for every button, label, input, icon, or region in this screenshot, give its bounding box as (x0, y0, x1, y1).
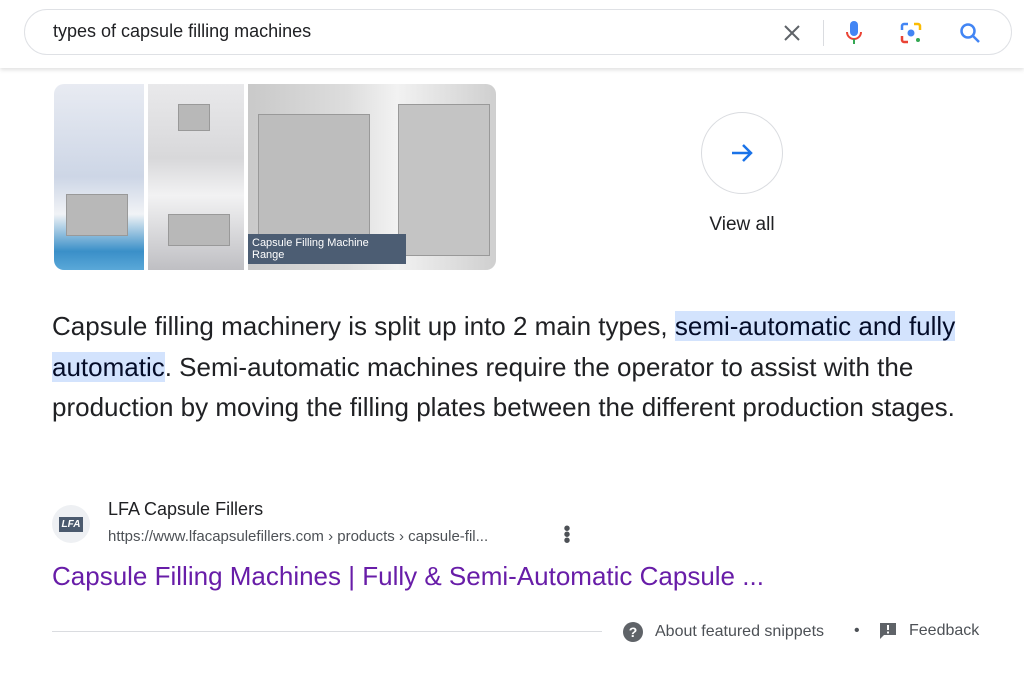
help-icon: ? (623, 622, 643, 642)
top-bar (0, 0, 1024, 68)
more-options-icon[interactable]: • • • (560, 519, 574, 551)
divider (823, 20, 824, 46)
snippet-text: . Semi-automatic machines require the op… (52, 351, 955, 423)
about-label[interactable]: About featured snippets (655, 623, 824, 641)
site-url[interactable]: https://www.lfacapsulefillers.com › prod… (108, 528, 488, 545)
image-thumbnail[interactable] (54, 84, 144, 270)
search-input[interactable] (51, 20, 755, 43)
image-caption: Capsule Filling Machine Range (248, 234, 406, 264)
arrow-right-icon (732, 144, 753, 162)
site-name[interactable]: LFA Capsule Fillers (108, 499, 263, 520)
featured-snippet-text: Capsule filling machinery is split up in… (52, 306, 972, 428)
microphone-icon[interactable] (841, 20, 867, 46)
feedback-icon (880, 623, 896, 639)
result-title-link[interactable]: Capsule Filling Machines | Fully & Semi-… (52, 561, 764, 592)
site-favicon[interactable]: LFA (52, 505, 90, 543)
view-all-button[interactable] (701, 112, 783, 194)
about-featured-snippets[interactable]: ? About featured snippets (623, 622, 824, 642)
divider (52, 631, 602, 632)
snippet-text: Capsule filling machinery is split up in… (52, 311, 675, 341)
search-box[interactable] (24, 9, 1012, 55)
clear-icon[interactable] (779, 20, 805, 46)
image-thumbnail[interactable] (148, 84, 244, 270)
lens-camera-icon[interactable] (898, 20, 924, 46)
feedback-button[interactable]: Feedback (879, 622, 979, 640)
feedback-label[interactable]: Feedback (909, 622, 979, 640)
view-all-label[interactable]: View all (690, 214, 794, 236)
separator-dot: • (854, 622, 860, 639)
search-icon[interactable] (957, 20, 983, 46)
image-thumbnail[interactable]: Capsule Filling Machine Range (248, 84, 496, 270)
favicon-logo: LFA (58, 516, 84, 532)
svg-text:?: ? (629, 624, 638, 640)
